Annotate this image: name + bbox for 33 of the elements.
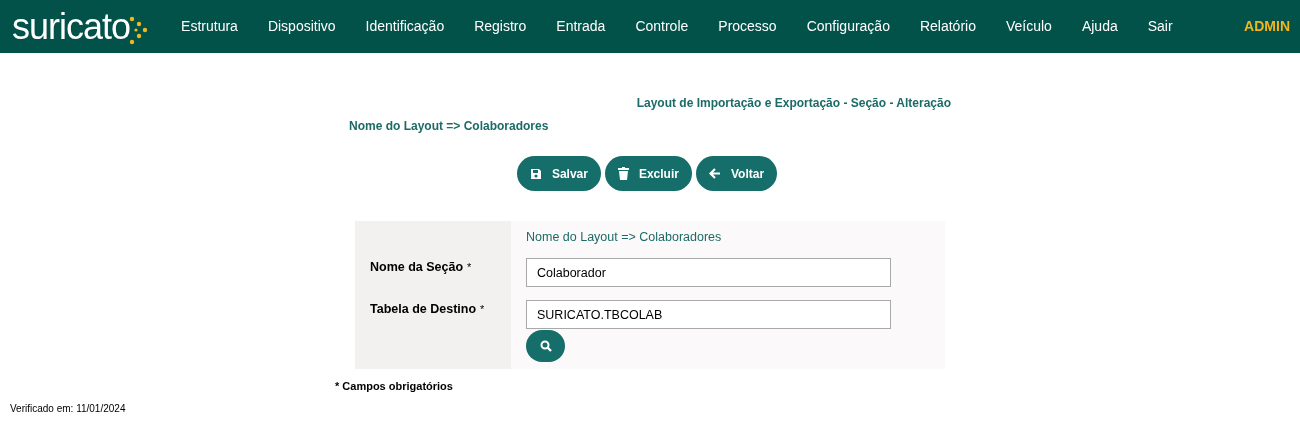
menu-item[interactable]: Relatório — [904, 16, 991, 37]
user-name[interactable]: ADMIN — [1244, 16, 1290, 37]
search-icon — [539, 340, 552, 352]
search-button[interactable] — [526, 330, 565, 362]
brand-logo-text: suricato — [12, 6, 131, 47]
dots-logo-icon — [128, 14, 149, 45]
menu-item[interactable]: Estrutura — [166, 16, 253, 37]
field-label: Nome da Seção — [370, 260, 464, 274]
verified-date: Verificado em: 11/01/2024 — [10, 402, 126, 416]
menu-item[interactable]: Entrada — [541, 16, 621, 37]
form-header: Nome do Layout => Colaboradores — [526, 229, 723, 245]
menu-item[interactable]: Processo — [703, 16, 792, 37]
menu-item[interactable]: Veículo — [990, 16, 1067, 37]
field-label: Tabela de Destino — [370, 302, 477, 316]
menu-item[interactable]: Ajuda — [1066, 16, 1133, 37]
required-mark: * — [480, 302, 485, 317]
menu-item[interactable]: Controle — [620, 16, 704, 37]
required-note: * Campos obrigatórios — [335, 379, 454, 393]
text-field[interactable]: Colaborador — [526, 258, 891, 287]
page-title: Layout de Importação e Exportação - Seção - Alteração — [636, 95, 951, 111]
layout-name-heading: Nome do Layout => Colaboradores — [349, 118, 550, 134]
save-button[interactable]: Salvar — [516, 156, 601, 191]
menu-item[interactable]: Registro — [459, 16, 542, 37]
trash-icon — [617, 167, 629, 180]
menu-item[interactable]: Sair — [1132, 16, 1188, 37]
back-button[interactable]: Voltar — [695, 156, 778, 191]
delete-button[interactable]: Excluir — [604, 156, 692, 191]
menu-item[interactable]: Identificação — [350, 16, 460, 37]
menu-item[interactable]: Dispositivo — [252, 16, 351, 37]
menu-item[interactable]: Configuração — [791, 16, 905, 37]
arrow-left-icon — [708, 168, 721, 179]
text-field[interactable]: SURICATO.TBCOLAB — [526, 300, 891, 329]
required-mark: * — [467, 260, 472, 275]
